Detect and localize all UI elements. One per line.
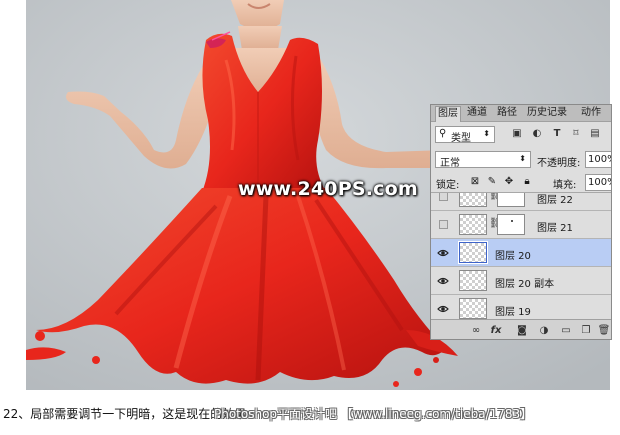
- search-icon: ⚲: [439, 128, 447, 139]
- select-arrows-icon: ⬍: [519, 154, 526, 163]
- opacity-label: 不透明度:: [537, 158, 581, 169]
- layer-row-20[interactable]: 图层 20: [431, 239, 611, 267]
- link-layers-icon[interactable]: ∞: [469, 324, 483, 337]
- eye-icon[interactable]: [437, 275, 449, 287]
- fill-label: 填充:: [553, 180, 577, 191]
- layer-name: 图层 19: [495, 307, 531, 318]
- lock-position-icon[interactable]: ✥: [503, 176, 515, 188]
- layer-thumbnail: [459, 270, 487, 291]
- panel-bottom-toolbar: ∞ fx ◙ ◑ ▭ ❐ 🗑︎: [431, 319, 611, 339]
- layer-name: 图层 22: [537, 195, 573, 206]
- tab-paths[interactable]: 路径: [495, 106, 519, 122]
- blend-mode-value: 正常: [440, 158, 460, 169]
- fx-icon[interactable]: fx: [489, 324, 503, 337]
- fill-input[interactable]: 100%: [585, 174, 611, 191]
- mask-dot: [511, 220, 513, 222]
- layer-row-19[interactable]: 图层 19: [431, 295, 611, 319]
- panel-tabs: 图层 通道 路径 历史记录 动作: [431, 105, 611, 122]
- mask-link-icon[interactable]: ⛓: [489, 217, 502, 231]
- layer-mask-thumbnail[interactable]: [497, 193, 525, 207]
- blend-mode-row: 正常 ⬍ 不透明度: 100%: [431, 149, 611, 171]
- layer-row-21[interactable]: ⛓ 图层 21: [431, 211, 611, 239]
- shape-filter-icon[interactable]: ⌑: [570, 128, 582, 140]
- tab-channels[interactable]: 通道: [465, 106, 489, 122]
- lock-transparent-icon[interactable]: ⊠: [469, 176, 481, 188]
- filter-kind-value: 类型: [451, 133, 471, 144]
- filter-kind-select[interactable]: ⚲ 类型 ⬍: [435, 126, 495, 144]
- layer-list: ⛓ 图层 22 ⛓ 图层 21 图层 20 图层 20 副本 图层 19: [431, 193, 611, 319]
- layer-name: 图层 20 副本: [495, 279, 555, 290]
- adjustment-filter-icon[interactable]: ◐: [531, 128, 543, 140]
- layer-thumbnail: [459, 214, 487, 235]
- image-filter-icon[interactable]: ▣: [511, 128, 523, 140]
- layer-filter-row: ⚲ 类型 ⬍ ▣ ◐ T ⌑ ▤: [431, 123, 611, 147]
- select-arrows-icon: ⬍: [483, 129, 490, 138]
- lock-all-icon[interactable]: 🔒︎: [521, 176, 533, 188]
- lock-paint-icon[interactable]: ✎: [486, 176, 498, 188]
- layer-row-22[interactable]: ⛓ 图层 22: [431, 193, 611, 211]
- eye-icon[interactable]: [437, 303, 449, 315]
- tab-history[interactable]: 历史记录: [525, 106, 569, 122]
- opacity-input[interactable]: 100%: [585, 151, 611, 168]
- caption-text: 22、局部需要调节一下明暗，这是现在的效果: [3, 407, 247, 421]
- lock-label: 锁定:: [436, 180, 460, 191]
- layer-name: 图层 20: [495, 251, 531, 262]
- layer-name: 图层 21: [537, 223, 573, 234]
- layers-panel: 图层 通道 路径 历史记录 动作 ⚲ 类型 ⬍ ▣ ◐ T ⌑ ▤ 正常 ⬍ 不…: [430, 104, 612, 340]
- caption-watermark: Photoshop平面设计吧 【www.lineeg.com/tieba/178…: [214, 407, 533, 421]
- caption: 22、局部需要调节一下明暗，这是现在的效果 Photoshop平面设计吧 【ww…: [0, 405, 620, 423]
- delete-layer-icon[interactable]: 🗑︎: [597, 324, 611, 337]
- visibility-off-box[interactable]: [439, 220, 448, 229]
- layer-thumbnail: [459, 193, 487, 207]
- layer-thumbnail: [458, 241, 488, 264]
- lock-row: 锁定: ⊠ ✎ ✥ 🔒︎ 填充: 100%: [431, 173, 611, 193]
- new-adjustment-icon[interactable]: ◑: [537, 324, 551, 337]
- new-layer-icon[interactable]: ❐: [579, 324, 593, 337]
- type-filter-icon[interactable]: T: [551, 128, 563, 140]
- add-mask-icon[interactable]: ◙: [515, 324, 529, 337]
- layer-mask-thumbnail[interactable]: [497, 214, 525, 235]
- eye-icon[interactable]: [437, 247, 449, 259]
- layer-row-20-copy[interactable]: 图层 20 副本: [431, 267, 611, 295]
- layer-thumbnail: [459, 298, 487, 319]
- tab-layers[interactable]: 图层: [435, 106, 461, 122]
- tab-actions[interactable]: 动作: [579, 106, 603, 122]
- blend-mode-select[interactable]: 正常 ⬍: [435, 151, 531, 169]
- smart-object-filter-icon[interactable]: ▤: [589, 128, 601, 140]
- new-group-icon[interactable]: ▭: [559, 324, 573, 337]
- mask-link-icon[interactable]: ⛓: [489, 193, 502, 203]
- visibility-off-box[interactable]: [439, 193, 448, 201]
- site-watermark: www.240PS.com: [238, 178, 418, 200]
